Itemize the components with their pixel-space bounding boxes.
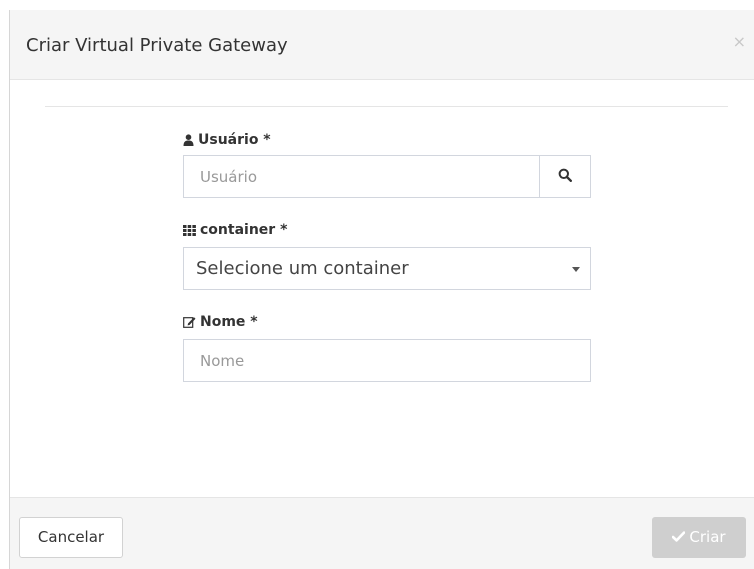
user-label-text: Usuário * bbox=[198, 132, 271, 148]
search-icon bbox=[558, 167, 573, 186]
chevron-down-icon bbox=[572, 267, 580, 272]
create-button-label: Criar bbox=[689, 528, 726, 546]
container-select-value: Selecione um container bbox=[196, 258, 409, 279]
grid-icon bbox=[183, 224, 196, 236]
modal-header: Criar Virtual Private Gateway × bbox=[10, 10, 754, 80]
modal-title: Criar Virtual Private Gateway bbox=[26, 35, 288, 56]
container-label: container * bbox=[183, 221, 287, 239]
name-input[interactable] bbox=[184, 340, 590, 381]
create-button[interactable]: Criar bbox=[652, 517, 746, 558]
close-icon[interactable]: × bbox=[733, 34, 746, 50]
user-icon bbox=[183, 134, 194, 146]
container-select[interactable]: Selecione um container bbox=[183, 247, 591, 290]
name-field-wrapper bbox=[183, 339, 591, 382]
user-input[interactable] bbox=[184, 156, 540, 197]
name-label: Nome * bbox=[183, 313, 258, 331]
edit-icon bbox=[183, 316, 196, 328]
check-icon bbox=[672, 517, 686, 558]
modal-dialog: Criar Virtual Private Gateway × Usuário … bbox=[9, 10, 754, 569]
form-divider bbox=[45, 106, 728, 107]
user-input-group bbox=[183, 155, 591, 198]
container-label-text: container * bbox=[200, 222, 288, 238]
user-search-button[interactable] bbox=[539, 156, 590, 197]
modal-footer: Cancelar Criar bbox=[10, 497, 754, 569]
user-label: Usuário * bbox=[183, 131, 271, 149]
name-label-text: Nome * bbox=[200, 314, 258, 330]
cancel-button[interactable]: Cancelar bbox=[19, 517, 123, 558]
